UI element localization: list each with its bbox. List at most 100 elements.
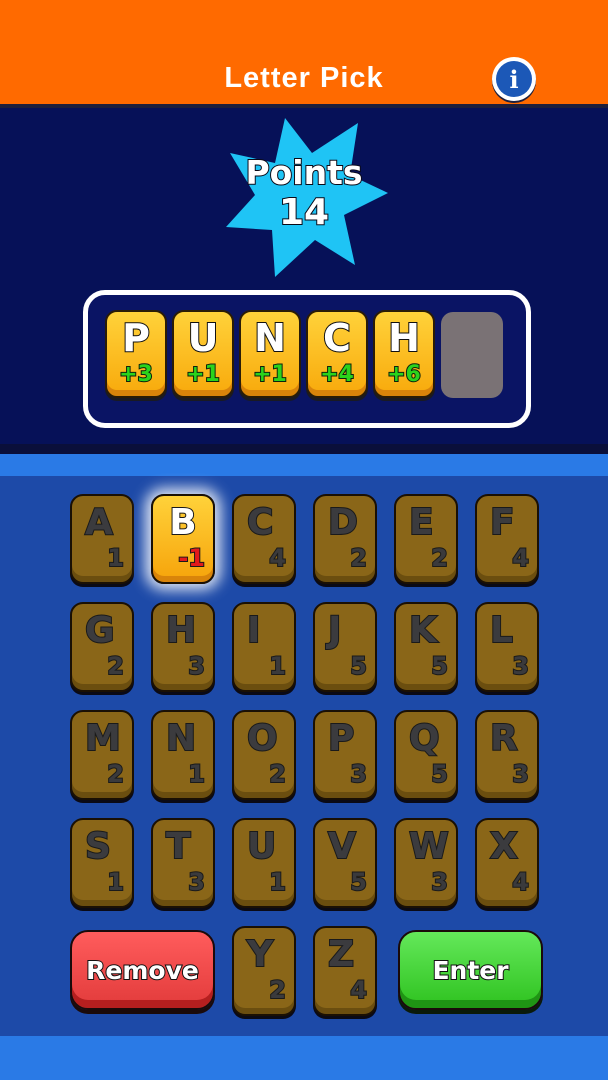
enter-button[interactable]: Enter	[398, 930, 543, 1010]
letter-key-m[interactable]: M2	[70, 710, 134, 800]
key-letter: D	[327, 501, 359, 544]
points-label: Points	[244, 153, 363, 193]
letter-key-f[interactable]: F4	[475, 494, 539, 584]
word-tile-score: +1	[185, 361, 221, 388]
word-tile-letter: H	[387, 315, 421, 361]
key-value: 3	[430, 867, 449, 897]
key-value: 4	[511, 543, 530, 573]
board-bottom-band	[0, 1036, 608, 1080]
key-value: 2	[268, 759, 287, 789]
key-value: 5	[430, 759, 449, 789]
word-tile: N +1	[239, 310, 301, 398]
letter-key-x[interactable]: X4	[475, 818, 539, 908]
letter-key-p[interactable]: P3	[313, 710, 377, 800]
key-value: 4	[511, 867, 530, 897]
word-tile: H +6	[373, 310, 435, 398]
key-value: 2	[430, 543, 449, 573]
letter-key-t[interactable]: T3	[151, 818, 215, 908]
letter-key-j[interactable]: J5	[313, 602, 377, 692]
key-value: 2	[106, 759, 125, 789]
key-value: 1	[268, 867, 287, 897]
word-tile-score: +6	[386, 361, 422, 388]
key-letter: M	[84, 717, 122, 760]
key-value: 3	[187, 867, 206, 897]
key-letter: A	[84, 501, 114, 544]
key-value: 3	[349, 759, 368, 789]
letter-key-h[interactable]: H3	[151, 602, 215, 692]
word-tile: C +4	[306, 310, 368, 398]
letter-key-v[interactable]: V5	[313, 818, 377, 908]
key-value: 4	[268, 543, 287, 573]
points-value: 14	[278, 191, 330, 234]
key-letter: X	[489, 825, 519, 868]
info-button[interactable]: i	[492, 57, 536, 101]
empty-letter-slot	[441, 312, 503, 398]
key-letter: V	[327, 825, 357, 868]
letter-key-s[interactable]: S1	[70, 818, 134, 908]
key-letter: J	[327, 609, 342, 652]
key-value: 5	[430, 651, 449, 681]
key-letter: C	[246, 501, 274, 544]
key-letter: S	[84, 825, 112, 868]
letter-key-n[interactable]: N1	[151, 710, 215, 800]
letter-key-y[interactable]: Y2	[232, 926, 296, 1016]
key-letter: H	[165, 609, 197, 652]
key-letter: O	[246, 717, 279, 760]
letter-key-w[interactable]: W3	[394, 818, 458, 908]
key-letter: K	[408, 609, 438, 652]
key-letter: Q	[408, 717, 441, 760]
letter-key-o[interactable]: O2	[232, 710, 296, 800]
key-letter: L	[489, 609, 514, 652]
remove-button[interactable]: Remove	[70, 930, 215, 1010]
key-value: 5	[349, 651, 368, 681]
key-value: 1	[106, 543, 125, 573]
word-tile-letter: N	[253, 315, 287, 361]
key-letter: G	[84, 609, 116, 652]
key-value: 2	[106, 651, 125, 681]
key-value: 3	[187, 651, 206, 681]
key-letter: P	[327, 717, 355, 760]
key-letter: W	[408, 825, 450, 868]
key-letter: B	[168, 501, 197, 544]
key-letter: Z	[327, 933, 355, 976]
key-value: 5	[349, 867, 368, 897]
letter-key-c[interactable]: C4	[232, 494, 296, 584]
board-top-band	[0, 454, 608, 476]
letter-key-d[interactable]: D2	[313, 494, 377, 584]
key-letter: E	[408, 501, 435, 544]
word-tile-score: +4	[319, 361, 355, 388]
key-letter: I	[246, 609, 261, 652]
key-value: 1	[268, 651, 287, 681]
letter-key-a[interactable]: A1	[70, 494, 134, 584]
letter-key-z[interactable]: Z4	[313, 926, 377, 1016]
letter-key-u[interactable]: U1	[232, 818, 296, 908]
word-tile-score: +1	[252, 361, 288, 388]
letter-key-b[interactable]: B -1	[151, 494, 215, 584]
key-value: 2	[349, 543, 368, 573]
word-tile-score: +3	[118, 361, 154, 388]
word-tile-letter: P	[121, 315, 151, 361]
key-letter: N	[165, 717, 197, 760]
word-tile-letter: U	[187, 315, 220, 361]
letter-key-g[interactable]: G2	[70, 602, 134, 692]
letter-key-l[interactable]: L3	[475, 602, 539, 692]
letter-key-i[interactable]: I1	[232, 602, 296, 692]
key-letter: U	[246, 825, 277, 868]
letter-key-k[interactable]: K5	[394, 602, 458, 692]
key-value: 1	[106, 867, 125, 897]
key-letter: R	[489, 717, 519, 760]
info-icon: i	[496, 61, 532, 97]
key-letter: Y	[246, 933, 274, 976]
key-value: 2	[268, 975, 287, 1005]
letter-key-e[interactable]: E2	[394, 494, 458, 584]
key-value: 1	[187, 759, 206, 789]
key-letter: T	[165, 825, 192, 868]
letter-key-q[interactable]: Q5	[394, 710, 458, 800]
word-tile: P +3	[105, 310, 167, 398]
key-value: 4	[349, 975, 368, 1005]
word-tile-letter: C	[322, 315, 352, 361]
letter-key-r[interactable]: R3	[475, 710, 539, 800]
divider	[0, 444, 608, 454]
key-value: 3	[511, 759, 530, 789]
key-value: -1	[177, 543, 206, 573]
